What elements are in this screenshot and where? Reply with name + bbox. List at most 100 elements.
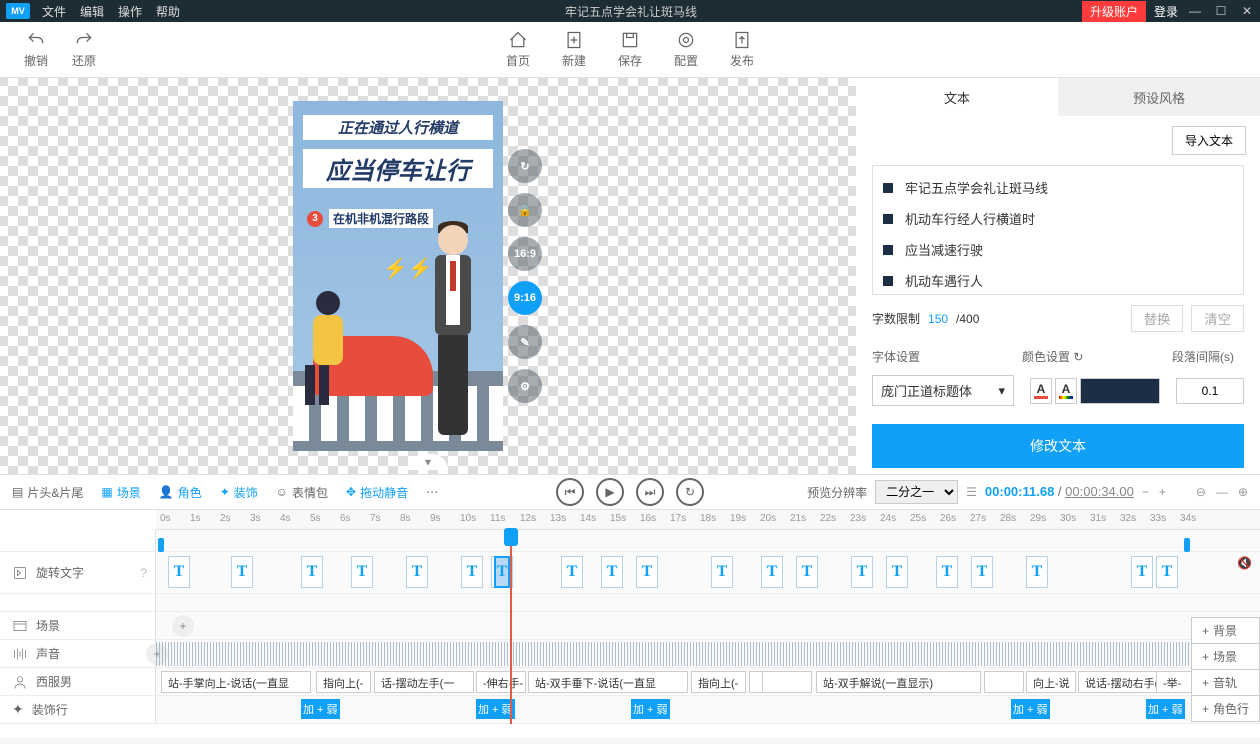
character-clip[interactable]: 站-双手垂下-说话(一直显	[528, 671, 688, 693]
text-clip[interactable]: T	[796, 556, 818, 588]
home-button[interactable]: 首页	[506, 30, 530, 69]
deco-clip[interactable]: 加 + 弱	[301, 699, 340, 719]
character-clip[interactable]: 指向上(-	[691, 671, 746, 693]
text-clip[interactable]: T	[886, 556, 908, 588]
ratio-9-16[interactable]: 9:16	[508, 281, 542, 315]
character-clip[interactable]: -伸右手-	[476, 671, 526, 693]
preview-select[interactable]: 二分之一	[875, 480, 958, 504]
text-clip[interactable]: T	[461, 556, 483, 588]
next-button[interactable]: ⏭	[636, 478, 664, 506]
text-clip[interactable]: T	[636, 556, 658, 588]
modify-text-button[interactable]: 修改文本	[872, 424, 1244, 468]
undo-button[interactable]: 撤销	[24, 30, 48, 69]
zoom-in-icon[interactable]: +	[1159, 485, 1166, 499]
menu-action[interactable]: 操作	[118, 3, 142, 20]
deco-clip[interactable]: 加 + 弱	[1011, 699, 1050, 719]
deco-clip[interactable]: 加 + 弱	[631, 699, 670, 719]
replace-button[interactable]: 替换	[1131, 305, 1184, 332]
character-clip[interactable]	[984, 671, 1024, 693]
character-clip[interactable]: 话-摆动左手(一	[374, 671, 474, 693]
character-clip[interactable]: 向上-说	[1026, 671, 1076, 693]
canvas[interactable]: ⚡⚡ 正在通过人行横道 应当停车让行 3在机非机混行路段	[293, 101, 503, 451]
text-clip[interactable]: T	[601, 556, 623, 588]
text-clip[interactable]: T	[301, 556, 323, 588]
text-clip[interactable]: T	[971, 556, 993, 588]
deco-clip[interactable]: 加 + 弱	[476, 699, 515, 719]
zoom-fit-icon[interactable]: ⊖	[1196, 485, 1206, 499]
text-clip[interactable]: T	[761, 556, 783, 588]
lock-tool[interactable]: 🔒	[508, 193, 542, 227]
playhead[interactable]	[510, 530, 512, 724]
add-audio-button[interactable]: + 音轨	[1191, 669, 1260, 696]
filter-deco[interactable]: ✦ 装饰	[220, 484, 258, 501]
close-icon[interactable]: ✕	[1238, 2, 1256, 20]
add-scene-button[interactable]: +	[172, 615, 194, 637]
text-clip[interactable]: T	[711, 556, 733, 588]
config-button[interactable]: 配置	[674, 30, 698, 69]
menu-file[interactable]: 文件	[42, 3, 66, 20]
deco-clip[interactable]: 加 + 弱	[1146, 699, 1185, 719]
tab-text[interactable]: 文本	[856, 78, 1058, 116]
more-icon[interactable]: ⋯	[426, 485, 438, 499]
font-select[interactable]: 庞门正道标题体▾	[872, 375, 1014, 406]
text-clip[interactable]: T	[851, 556, 873, 588]
gap-input[interactable]	[1176, 378, 1244, 404]
import-text-button[interactable]: 导入文本	[1172, 126, 1246, 155]
list-item[interactable]: 机动车遇行人	[879, 265, 1237, 295]
help-icon[interactable]: ?	[140, 566, 147, 580]
settings-tool[interactable]: ⚙	[508, 369, 542, 403]
canvas-area[interactable]: ⚡⚡ 正在通过人行横道 应当停车让行 3在机非机混行路段 ↻ 🔒 16:9 9:…	[0, 78, 856, 474]
character-clip[interactable]: 站-手掌向上-说话(一直显	[161, 671, 311, 693]
range-start-handle[interactable]	[158, 538, 164, 552]
audio-waveform[interactable]	[156, 642, 1260, 666]
range-end-handle[interactable]	[1184, 538, 1190, 552]
clear-button[interactable]: 清空	[1191, 305, 1244, 332]
menu-edit[interactable]: 编辑	[80, 3, 104, 20]
mute-icon[interactable]: 🔇	[1237, 556, 1252, 570]
maximize-icon[interactable]: ☐	[1212, 2, 1230, 20]
save-button[interactable]: 保存	[618, 30, 642, 69]
add-bg-button[interactable]: + 背景	[1191, 617, 1260, 644]
list-item[interactable]: 应当减速行驶	[879, 234, 1237, 265]
expand-down-icon[interactable]: ▾	[408, 454, 448, 470]
minimize-icon[interactable]: —	[1186, 2, 1204, 20]
canvas-text-1[interactable]: 正在通过人行横道	[303, 115, 493, 140]
add-scene-button[interactable]: + 场景	[1191, 643, 1260, 670]
zoom-max-icon[interactable]: ⊕	[1238, 485, 1248, 499]
canvas-text-2[interactable]: 应当停车让行	[303, 149, 493, 188]
play-button[interactable]: ▶	[596, 478, 624, 506]
menu-help[interactable]: 帮助	[156, 3, 180, 20]
filter-scene[interactable]: ▦ 场景	[101, 484, 140, 501]
text-clip[interactable]: T	[231, 556, 253, 588]
filter-intro[interactable]: ▤ 片头&片尾	[12, 484, 83, 501]
character-clip[interactable]: 站-双手解说(一直显示)	[816, 671, 981, 693]
layers-icon[interactable]: ☰	[966, 485, 977, 499]
text-list[interactable]: 牢记五点学会礼让斑马线 机动车行经人行横道时 应当减速行驶 机动车遇行人	[872, 165, 1244, 295]
time-total[interactable]: 00:00:34.00	[1065, 484, 1134, 499]
character-clip[interactable]	[749, 671, 763, 693]
add-role-button[interactable]: + 角色行	[1191, 695, 1260, 722]
text-clip[interactable]: T	[406, 556, 428, 588]
bg-color-swatch[interactable]	[1080, 378, 1160, 404]
list-item[interactable]: 机动车行经人行横道时	[879, 203, 1237, 234]
text-clip[interactable]: T	[936, 556, 958, 588]
loop-button[interactable]: ↻	[676, 478, 704, 506]
edit-tool[interactable]: ✎	[508, 325, 542, 359]
character-clip[interactable]: 指向上(-	[316, 671, 371, 693]
prev-button[interactable]: ⏮	[556, 478, 584, 506]
filter-emoji[interactable]: ☺ 表情包	[276, 484, 328, 501]
zoom-out-icon[interactable]: −	[1142, 485, 1149, 499]
login-button[interactable]: 登录	[1154, 3, 1178, 20]
list-item[interactable]: 牢记五点学会礼让斑马线	[879, 172, 1237, 203]
text-clip[interactable]: T	[561, 556, 583, 588]
ratio-16-9[interactable]: 16:9	[508, 237, 542, 271]
text-clip[interactable]: T	[1131, 556, 1153, 588]
text-clip[interactable]: T	[494, 556, 510, 588]
filter-mute[interactable]: ✥ 拖动静音	[346, 484, 408, 501]
text-color-button[interactable]: A	[1030, 378, 1052, 404]
publish-button[interactable]: 发布	[730, 30, 754, 69]
filter-role[interactable]: 👤 角色	[159, 484, 202, 501]
text-clip[interactable]: T	[1156, 556, 1178, 588]
new-button[interactable]: 新建	[562, 30, 586, 69]
refresh-tool[interactable]: ↻	[508, 149, 542, 183]
